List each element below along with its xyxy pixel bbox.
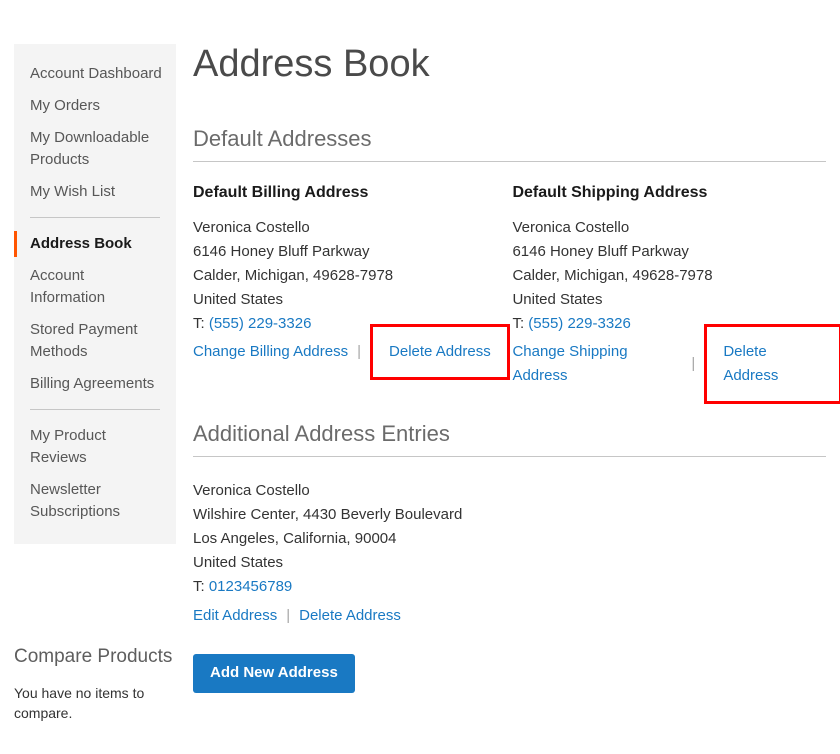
shipping-telephone-label: T: (512, 315, 524, 332)
shipping-delete-address-link[interactable]: Delete Address (723, 343, 778, 384)
default-addresses-heading: Default Addresses (193, 125, 826, 162)
additional-country: United States (193, 551, 826, 575)
billing-country: United States (193, 288, 512, 312)
main-content: Address Book Default Addresses Default B… (193, 40, 826, 693)
shipping-name: Veronica Costello (512, 216, 826, 240)
additional-actions: Edit Address | Delete Address (193, 604, 826, 628)
default-addresses-section: Default Addresses Default Billing Addres… (193, 125, 826, 388)
billing-action-separator: | (357, 340, 361, 364)
edit-address-link[interactable]: Edit Address (193, 604, 277, 628)
sidebar-item-account-information[interactable]: Account Information (14, 260, 176, 314)
sidebar-group-3: My Product Reviews Newsletter Subscripti… (14, 420, 176, 528)
sidebar-item-address-book[interactable]: Address Book (14, 228, 176, 260)
additional-telephone: T: 0123456789 (193, 575, 826, 599)
change-billing-address-link[interactable]: Change Billing Address (193, 340, 348, 364)
sidebar-divider-2 (30, 409, 160, 410)
compare-products-empty-text: You have no items to compare. (14, 683, 182, 723)
default-shipping-address-block: Default Shipping Address Veronica Costel… (512, 183, 826, 388)
compare-products-block: Compare Products You have no items to co… (14, 645, 182, 723)
shipping-telephone-link[interactable]: (555) 229-3326 (528, 315, 631, 332)
change-shipping-address-link[interactable]: Change Shipping Address (512, 340, 682, 388)
additional-city-region-zip: Los Angeles, California, 90004 (193, 527, 826, 551)
additional-action-separator: | (286, 604, 290, 628)
additional-street: Wilshire Center, 4430 Beverly Boulevard (193, 503, 826, 527)
add-new-address-button[interactable]: Add New Address (193, 654, 355, 693)
additional-addresses-section: Additional Address Entries Veronica Cost… (193, 420, 826, 693)
sidebar-item-stored-payment-methods[interactable]: Stored Payment Methods (14, 314, 176, 368)
shipping-actions: Change Shipping Address | Delete Address (512, 340, 826, 388)
shipping-action-separator: | (691, 352, 695, 376)
sidebar-item-newsletter-subscriptions[interactable]: Newsletter Subscriptions (14, 474, 176, 528)
additional-telephone-label: T: (193, 578, 205, 595)
shipping-delete-address-highlight: Delete Address (704, 324, 840, 404)
billing-name: Veronica Costello (193, 216, 512, 240)
additional-addresses-heading: Additional Address Entries (193, 420, 826, 457)
sidebar-group-2: Address Book Account Information Stored … (14, 228, 176, 400)
shipping-street: 6146 Honey Bluff Parkway (512, 240, 826, 264)
billing-street: 6146 Honey Bluff Parkway (193, 240, 512, 264)
billing-telephone-link[interactable]: (555) 229-3326 (209, 315, 312, 332)
sidebar-item-my-product-reviews[interactable]: My Product Reviews (14, 420, 176, 474)
sidebar-item-account-dashboard[interactable]: Account Dashboard (14, 58, 176, 90)
additional-name: Veronica Costello (193, 479, 826, 503)
account-sidebar: Account Dashboard My Orders My Downloada… (14, 44, 176, 544)
sidebar-item-my-wish-list[interactable]: My Wish List (14, 176, 176, 208)
sidebar-item-billing-agreements[interactable]: Billing Agreements (14, 368, 176, 400)
sidebar-group-1: Account Dashboard My Orders My Downloada… (14, 58, 176, 208)
address-book-page: Account Dashboard My Orders My Downloada… (0, 0, 840, 754)
default-addresses-columns: Default Billing Address Veronica Costell… (193, 183, 826, 388)
additional-delete-address-link[interactable]: Delete Address (299, 604, 401, 628)
default-shipping-address-heading: Default Shipping Address (512, 183, 826, 203)
billing-delete-address-link[interactable]: Delete Address (389, 343, 491, 360)
default-billing-address-heading: Default Billing Address (193, 183, 512, 203)
sidebar-item-my-downloadable-products[interactable]: My Downloadable Products (14, 122, 176, 176)
default-billing-address-block: Default Billing Address Veronica Costell… (193, 183, 512, 388)
shipping-city-region-zip: Calder, Michigan, 49628-7978 (512, 264, 826, 288)
shipping-country: United States (512, 288, 826, 312)
page-title: Address Book (193, 40, 826, 88)
compare-products-title: Compare Products (14, 645, 182, 669)
sidebar-item-my-orders[interactable]: My Orders (14, 90, 176, 122)
billing-city-region-zip: Calder, Michigan, 49628-7978 (193, 264, 512, 288)
billing-actions: Change Billing Address | Delete Address (193, 340, 512, 364)
additional-telephone-link[interactable]: 0123456789 (209, 578, 292, 595)
sidebar-divider-1 (30, 217, 160, 218)
additional-address-entry: Veronica Costello Wilshire Center, 4430 … (193, 479, 826, 628)
billing-telephone-label: T: (193, 315, 205, 332)
billing-delete-address-highlight: Delete Address (370, 324, 510, 380)
